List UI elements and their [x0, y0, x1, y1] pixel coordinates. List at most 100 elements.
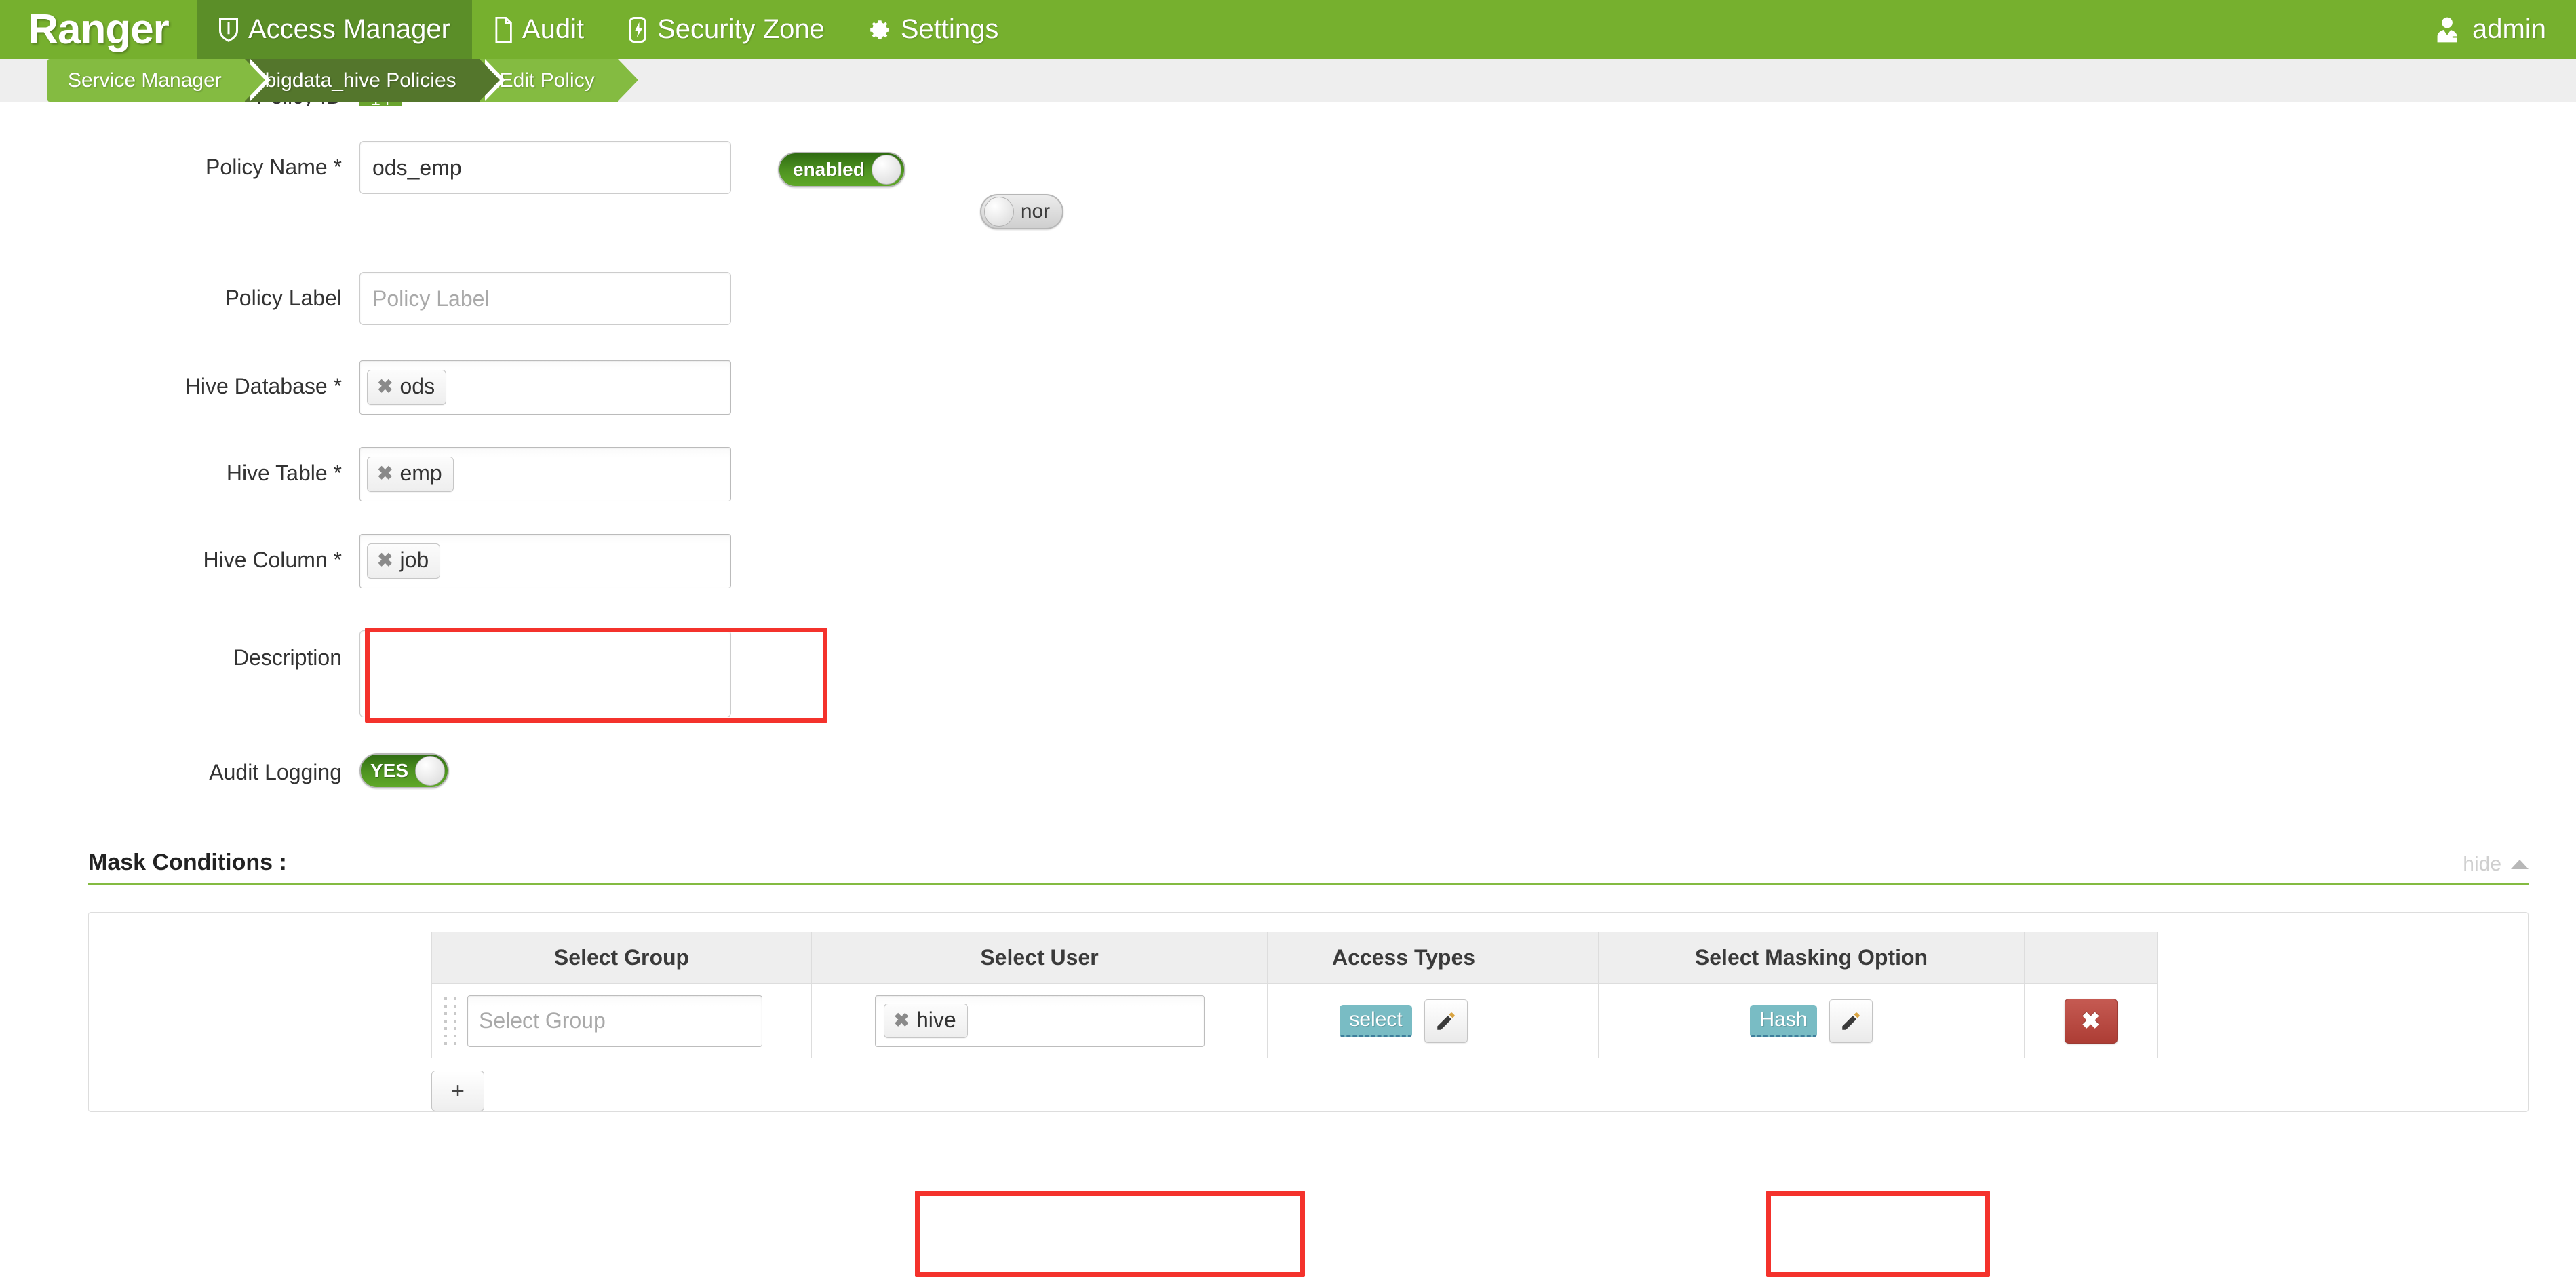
toggle-knob: [415, 756, 446, 786]
column-header-access-types: Access Types: [1267, 932, 1540, 984]
audit-logging-toggle[interactable]: YES: [359, 753, 450, 788]
add-row-button[interactable]: +: [431, 1071, 484, 1111]
mask-conditions-title: Mask Conditions :: [88, 850, 287, 875]
policy-label-control: [359, 272, 731, 325]
nav-item-access-manager[interactable]: Access Manager: [197, 0, 472, 59]
delete-row-button[interactable]: ✖: [2064, 998, 2118, 1044]
nav-item-label: Access Manager: [248, 14, 450, 44]
token-remove-icon[interactable]: ✖: [894, 1010, 910, 1030]
select-group-input[interactable]: Select Group: [467, 995, 762, 1047]
nav-item-label: Settings: [900, 14, 999, 44]
mask-conditions-hide-toggle[interactable]: hide: [2463, 853, 2529, 876]
breadcrumb-bar: Service Manager bigdata_hive Policies Ed…: [0, 59, 2576, 102]
table-header-row: Select Group Select User Access Types Se…: [431, 932, 2158, 984]
brand-text: Ranger: [28, 6, 170, 53]
nav-item-audit[interactable]: Audit: [472, 0, 606, 59]
description-label: Description: [233, 645, 342, 670]
shield-icon: [218, 17, 239, 43]
token-remove-icon[interactable]: ✖: [377, 551, 393, 570]
audit-logging-control: YES: [359, 753, 450, 788]
masking-option-chip[interactable]: Hash: [1750, 1004, 1817, 1037]
hide-label: hide: [2463, 853, 2501, 875]
hive-column-token-input[interactable]: ✖ job: [359, 534, 731, 588]
user-menu[interactable]: admin: [2419, 0, 2576, 59]
edit-access-types-button[interactable]: [1424, 999, 1468, 1043]
user-avatar-icon: [2433, 16, 2461, 44]
breadcrumb-label: bigdata_hive Policies: [265, 69, 456, 92]
token-remove-icon[interactable]: ✖: [377, 464, 393, 483]
policy-type-toggle[interactable]: nor: [979, 194, 1064, 229]
nav-item-security-zone[interactable]: Security Zone: [606, 0, 846, 59]
token-label: emp: [399, 461, 442, 486]
column-header-select-user: Select User: [811, 932, 1268, 984]
hive-column-label: Hive Column *: [203, 548, 342, 572]
user-name: admin: [2472, 14, 2546, 44]
policy-edit-page: Policy ID 14 Policy Name * enabled nor P…: [0, 85, 2576, 1279]
breadcrumb-label: Edit Policy: [499, 69, 595, 92]
token-label: hive: [916, 1007, 956, 1032]
annotation-box-masking-option: [1766, 1191, 1990, 1277]
token-chip[interactable]: ✖ hive: [883, 1003, 968, 1039]
cell-actions: ✖: [2024, 983, 2158, 1058]
hive-database-control: ✖ ods: [359, 360, 731, 415]
hive-table-token-input[interactable]: ✖ emp: [359, 447, 731, 501]
policy-enabled-toggle[interactable]: enabled: [778, 152, 905, 187]
nav-item-label: Audit: [522, 14, 585, 44]
mask-conditions-section: Mask Conditions : hide: [0, 850, 2576, 885]
nav-item-label: Security Zone: [657, 14, 825, 44]
token-remove-icon[interactable]: ✖: [377, 377, 393, 396]
cell-access-types: select: [1267, 983, 1540, 1058]
column-header-masking-option: Select Masking Option: [1598, 932, 2025, 984]
hive-table-control: ✖ emp: [359, 447, 731, 501]
token-label: ods: [399, 374, 435, 399]
policy-name-control: [359, 141, 731, 194]
token-chip[interactable]: ✖ emp: [367, 457, 454, 492]
plus-icon: +: [451, 1077, 465, 1104]
description-control: [359, 630, 731, 721]
hive-table-label: Hive Table *: [226, 461, 342, 485]
breadcrumb-item-policies[interactable]: bigdata_hive Policies: [244, 59, 505, 102]
field-row-description: Description: [0, 630, 2576, 721]
drag-handle-icon[interactable]: [444, 997, 456, 1045]
access-type-chip[interactable]: select: [1340, 1004, 1412, 1037]
toggle-knob: [983, 197, 1014, 227]
file-icon: [494, 16, 513, 43]
chevron-up-icon: [2511, 860, 2529, 869]
enabled-toggle-wrap: enabled: [778, 141, 905, 187]
hive-database-label: Hive Database *: [184, 374, 342, 398]
field-row-policy-name: Policy Name * enabled nor: [0, 141, 2576, 230]
breadcrumb-item-service-manager[interactable]: Service Manager: [47, 59, 271, 102]
column-header-select-group: Select Group: [431, 932, 812, 984]
gear-icon: [868, 18, 891, 41]
select-group-placeholder: Select Group: [479, 1008, 606, 1033]
breadcrumb: Service Manager bigdata_hive Policies Ed…: [47, 59, 638, 102]
hive-database-token-input[interactable]: ✖ ods: [359, 360, 731, 415]
token-label: job: [399, 548, 429, 573]
audit-logging-toggle-label: YES: [370, 760, 409, 781]
normal-toggle-wrap: nor: [979, 141, 1064, 230]
description-textarea[interactable]: [359, 630, 731, 717]
policy-name-input[interactable]: [359, 141, 731, 194]
field-row-hive-table: Hive Table * ✖ emp: [0, 447, 2576, 501]
token-chip[interactable]: ✖ job: [367, 543, 441, 579]
top-navigation-bar: Ranger Access Manager Audit Security Zon…: [0, 0, 2576, 59]
zone-icon: [627, 16, 648, 43]
policy-enabled-toggle-label: enabled: [793, 159, 865, 180]
edit-masking-option-button[interactable]: [1829, 999, 1873, 1043]
app-logo[interactable]: Ranger: [0, 0, 197, 59]
policy-type-toggle-label: nor: [1020, 200, 1051, 223]
hive-column-control: ✖ job: [359, 534, 731, 588]
select-user-input[interactable]: ✖ hive: [874, 995, 1205, 1047]
nav-item-settings[interactable]: Settings: [846, 0, 1021, 59]
field-row-policy-label: Policy Label: [0, 272, 2576, 325]
field-row-audit-logging: Audit Logging YES: [0, 753, 2576, 788]
cell-spacer: [1540, 983, 1599, 1058]
policy-label-input[interactable]: [359, 272, 731, 325]
policy-name-label: Policy Name *: [206, 155, 342, 179]
field-row-hive-database: Hive Database * ✖ ods: [0, 360, 2576, 415]
mask-conditions-table: Select Group Select User Access Types Se…: [431, 932, 2158, 1058]
breadcrumb-label: Service Manager: [68, 69, 222, 92]
column-header-spacer: [1540, 932, 1599, 984]
token-chip[interactable]: ✖ ods: [367, 370, 447, 405]
